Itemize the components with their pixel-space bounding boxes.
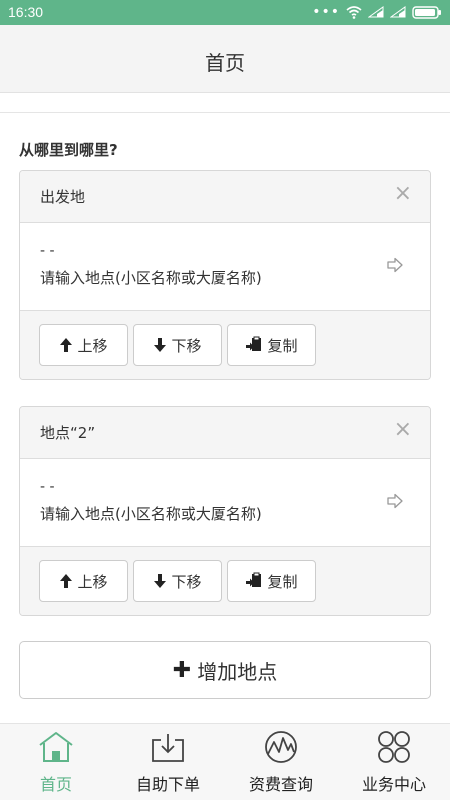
signal-icon: [368, 6, 384, 18]
add-location-label: 增加地点: [197, 659, 278, 684]
battery-icon: [412, 5, 441, 19]
status-icons: •••: [312, 4, 442, 20]
location-panel-2: 地点“2” × - - 请输入地点(小区名称或大厦名称) 上移 下移 复制: [19, 406, 431, 616]
tab-label: 资费查询: [248, 775, 313, 794]
tab-business-center[interactable]: 业务中心: [338, 724, 450, 800]
download-tray-icon: [152, 734, 184, 762]
location-input[interactable]: - - 请输入地点(小区名称或大厦名称): [20, 223, 430, 311]
move-up-button[interactable]: 上移: [39, 324, 128, 366]
plus-icon: ✚: [172, 657, 192, 683]
tab-label: 自助下单: [135, 775, 200, 794]
move-up-label: 上移: [77, 336, 108, 355]
copy-icon: [246, 336, 262, 351]
status-bar: 16:30 •••: [0, 0, 450, 25]
close-icon[interactable]: ×: [394, 183, 412, 205]
copy-button[interactable]: 复制: [227, 324, 316, 366]
close-icon[interactable]: ×: [394, 419, 412, 441]
copy-button[interactable]: 复制: [227, 560, 316, 602]
move-up-label: 上移: [77, 572, 108, 591]
panel-header: 出发地 ×: [20, 171, 430, 223]
arrow-down-icon: [154, 574, 167, 588]
tab-label: 业务中心: [361, 775, 426, 794]
arrow-right-icon: [387, 493, 403, 509]
arrow-up-icon: [60, 574, 73, 588]
location-placeholder: 请输入地点(小区名称或大厦名称): [40, 505, 262, 523]
wifi-icon: [346, 5, 362, 19]
arrow-up-icon: [60, 338, 73, 352]
copy-label: 复制: [267, 336, 298, 355]
location-detail: - -: [40, 479, 55, 495]
section-title: 从哪里到哪里?: [19, 141, 118, 159]
panel-actions: 上移 下移 复制: [20, 547, 430, 615]
four-circles-icon: [378, 731, 410, 763]
tab-self-order[interactable]: 自助下单: [112, 724, 224, 800]
panel-title: 出发地: [40, 188, 86, 206]
tab-pricing[interactable]: 资费查询: [225, 724, 337, 800]
move-down-button[interactable]: 下移: [133, 324, 222, 366]
main-content: 从哪里到哪里? 出发地 × - - 请输入地点(小区名称或大厦名称) 上移 下移: [0, 93, 450, 723]
arrow-right-icon: [387, 257, 403, 273]
location-input[interactable]: - - 请输入地点(小区名称或大厦名称): [20, 459, 430, 547]
tab-home[interactable]: 首页: [0, 724, 112, 800]
copy-label: 复制: [267, 572, 298, 591]
location-panel-origin: 出发地 × - - 请输入地点(小区名称或大厦名称) 上移 下移 复制: [19, 170, 431, 380]
status-time: 16:30: [8, 4, 44, 20]
location-placeholder: 请输入地点(小区名称或大厦名称): [40, 269, 262, 287]
app-header: 首页: [0, 25, 450, 93]
copy-icon: [246, 572, 262, 587]
panel-actions: 上移 下移 复制: [20, 311, 430, 379]
move-up-button[interactable]: 上移: [39, 560, 128, 602]
page-title: 首页: [205, 51, 245, 75]
dots-icon: •••: [312, 4, 340, 20]
panel-title: 地点“2”: [40, 424, 96, 442]
bottom-tabbar: 首页 自助下单 资费查询 业务中心: [0, 723, 450, 800]
add-location-button[interactable]: ✚ 增加地点: [19, 641, 431, 699]
wave-circle-icon: [265, 731, 297, 763]
home-icon: [39, 732, 73, 762]
signal-icon: [390, 6, 406, 18]
move-down-label: 下移: [171, 336, 202, 355]
divider: [0, 112, 450, 113]
tab-label: 首页: [39, 775, 72, 794]
location-detail: - -: [40, 243, 55, 259]
move-down-label: 下移: [171, 572, 202, 591]
arrow-down-icon: [154, 338, 167, 352]
panel-header: 地点“2” ×: [20, 407, 430, 459]
move-down-button[interactable]: 下移: [133, 560, 222, 602]
